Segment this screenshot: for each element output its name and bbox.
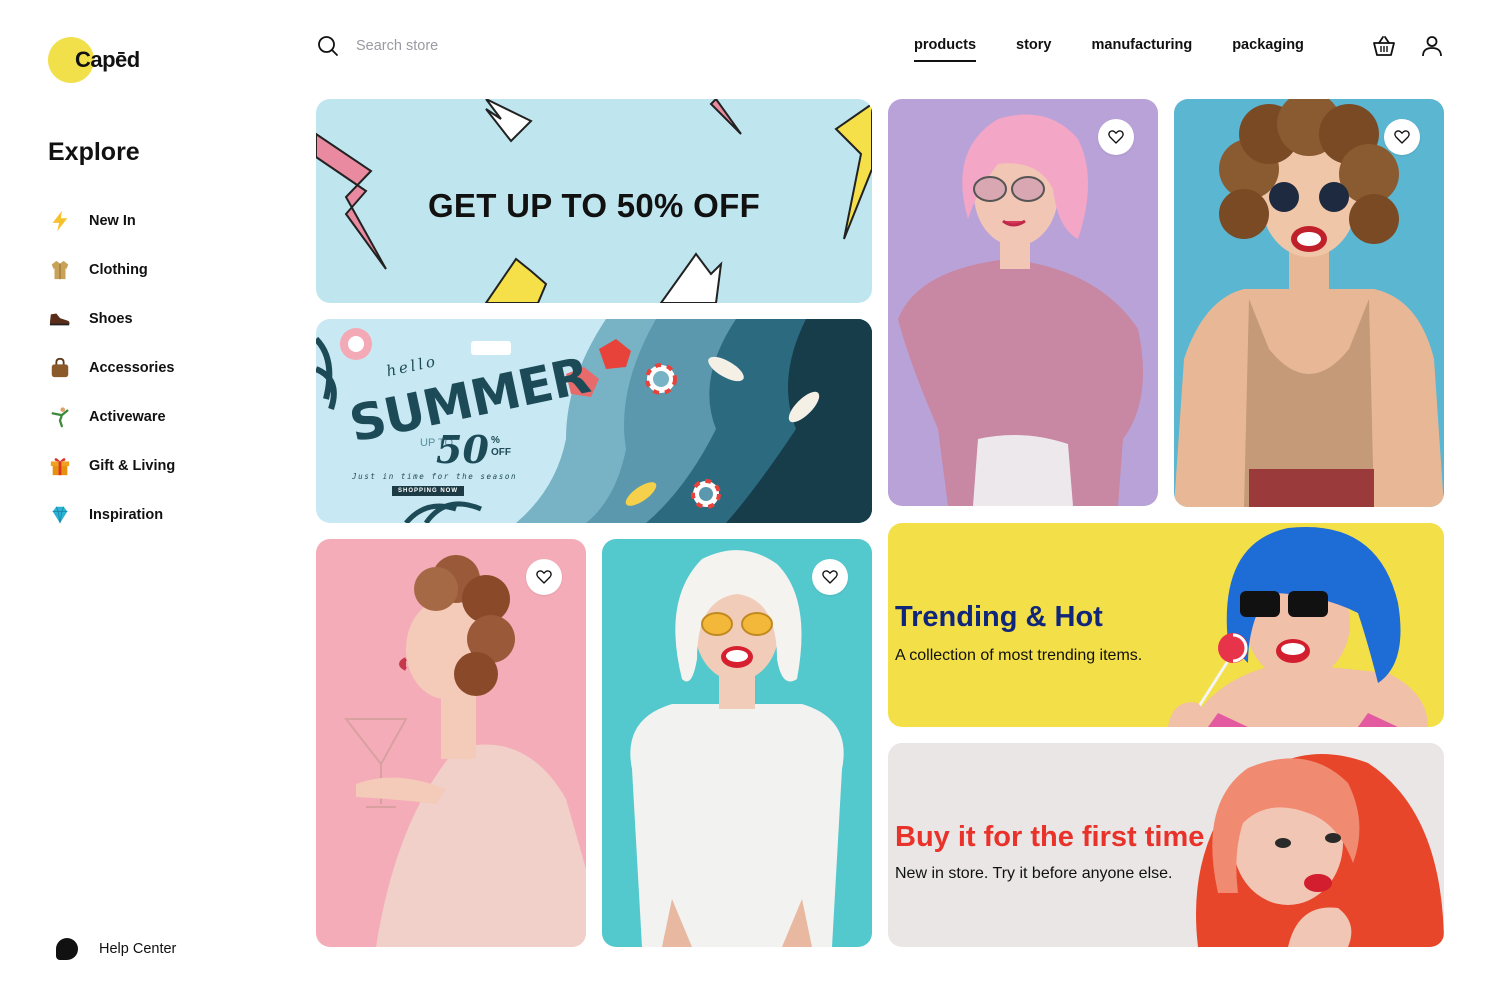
search-icon[interactable] [316,34,340,58]
explore-heading: Explore [48,138,140,166]
lightning-icon [48,209,72,233]
product-card-pink-bob-sweater[interactable] [888,99,1158,506]
sidebar-item-clothing[interactable]: Clothing [48,253,175,287]
sidebar-item-label: Shoes [89,311,133,327]
trending-subtitle: A collection of most trending items. [895,647,1143,664]
product-photo [343,555,586,947]
user-icon[interactable] [1420,34,1444,58]
summer-sale-banner[interactable]: hello SUMMER UP TO 50 % OFF Just in time … [316,319,872,523]
favorite-button[interactable] [812,559,848,595]
nav-link-manufacturing[interactable]: manufacturing [1092,37,1193,61]
favorite-button[interactable] [526,559,562,595]
sidebar-item-label: Gift & Living [89,458,176,474]
first-time-banner[interactable]: Buy it for the first time New in store. … [888,743,1444,947]
heart-icon [822,570,838,584]
summer-percent: 50 [436,427,489,472]
help-center-link[interactable]: Help Center [56,938,176,960]
product-photo [1174,99,1444,507]
product-card-white-bob-tshirt[interactable] [602,539,872,947]
summer-percent-value: 50 [436,427,489,472]
handbag-icon [48,356,72,380]
sidebar-item-gift-living[interactable]: Gift & Living [48,449,175,483]
product-photo [630,550,844,947]
nav-link-products[interactable]: products [914,37,977,62]
product-card-curly-hair-sequin-top[interactable] [1174,99,1444,507]
first-time-title: Buy it for the first time [895,821,1205,853]
summer-subtitle: Just in time for the season [352,472,518,481]
sidebar-item-shoes[interactable]: Shoes [48,302,175,336]
summer-percent-sign: % [491,435,500,446]
product-card-pink-satin-robe[interactable] [316,539,586,947]
gift-icon [48,454,72,478]
heart-icon [1108,130,1124,144]
sale-headline: GET UP TO 50% OFF [427,187,761,224]
favorite-button[interactable] [1384,119,1420,155]
coat-icon [48,258,72,282]
nav-link-story[interactable]: story [1016,37,1051,61]
sidebar-item-label: New In [89,213,136,229]
sidebar-item-inspiration[interactable]: Inspiration [48,498,175,532]
product-photo [898,114,1143,506]
gem-icon [48,503,72,527]
sidebar-item-label: Activeware [89,409,166,425]
summer-off-label: OFF [491,446,511,458]
heart-icon [1394,130,1410,144]
top-nav: products story manufacturing packaging [914,37,1344,62]
sidebar-item-label: Accessories [89,360,175,376]
first-time-subtitle: New in store. Try it before anyone else. [895,865,1173,882]
sidebar-nav: New In Clothing Shoes Accessories Active… [48,204,175,547]
gymnast-icon [48,405,72,429]
brand-logo[interactable]: Capēd [48,37,158,83]
search-input[interactable] [356,38,606,54]
logo-text: Capēd [75,47,140,72]
favorite-button[interactable] [1098,119,1134,155]
help-center-label: Help Center [99,941,177,957]
sale-banner[interactable]: GET UP TO 50% OFF [316,99,872,303]
sidebar-item-accessories[interactable]: Accessories [48,351,175,385]
search-bar [316,34,606,58]
shopping-now-button[interactable]: SHOPPING NOW [392,486,465,496]
sidebar-item-label: Clothing [89,262,148,278]
heart-icon [536,570,552,584]
sidebar-item-new-in[interactable]: New In [48,204,175,238]
basket-icon[interactable] [1372,34,1396,58]
sidebar-item-label: Inspiration [89,507,164,523]
trending-title: Trending & Hot [895,601,1103,633]
trending-banner[interactable]: Trending & Hot A collection of most tren… [888,523,1444,727]
sidebar-item-activeware[interactable]: Activeware [48,400,175,434]
nav-link-packaging[interactable]: packaging [1232,37,1304,61]
summer-off-text: % OFF [491,435,511,458]
chat-bubble-icon [56,938,78,960]
shoe-icon [48,307,72,331]
